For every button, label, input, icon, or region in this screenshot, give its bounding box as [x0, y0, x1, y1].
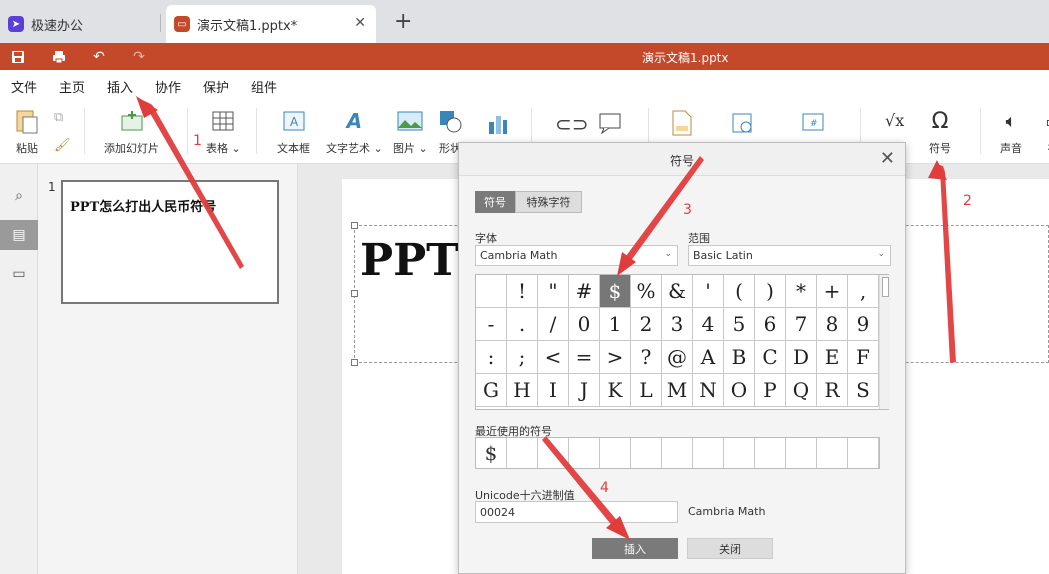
- annotation-arrow-2: [936, 164, 956, 363]
- annotation-arrows: [136, 96, 956, 540]
- annotation-arrow-3: [620, 156, 704, 272]
- annotation-arrow-1: [138, 98, 244, 269]
